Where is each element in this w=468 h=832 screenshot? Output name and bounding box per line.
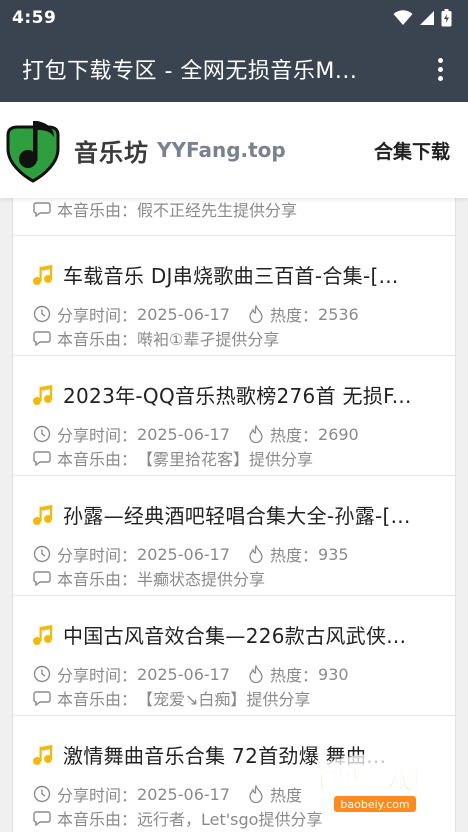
provider-name: 假不正经先生	[137, 201, 234, 220]
music-note-icon	[33, 384, 53, 405]
comment-icon	[33, 451, 51, 466]
flame-icon	[249, 425, 263, 443]
site-brand: 音乐坊	[74, 138, 149, 167]
flame-icon	[249, 545, 263, 563]
list-item[interactable]: 2023年-QQ音乐热歌榜276首 无损F... 分享时间： 2025-06-17…	[13, 356, 455, 476]
music-note-icon	[33, 744, 53, 765]
share-info-row: 分享时间： 2025-06-17 热度： 2536	[33, 302, 359, 326]
provider-name: 啭衵①辈孑	[137, 330, 216, 349]
comment-icon	[33, 571, 51, 586]
share-date: 2025-06-17	[137, 784, 230, 804]
item-title[interactable]: 孙露—经典酒吧轻唱合集大全-孙露-[...	[63, 500, 411, 529]
heat-count: 2690	[318, 424, 359, 444]
music-note-icon	[33, 264, 53, 285]
comment-icon	[33, 202, 51, 217]
item-title-row: 孙露—经典酒吧轻唱合集大全-孙露-[...	[31, 500, 441, 529]
flame-icon	[249, 785, 263, 803]
list-item-partial[interactable]: 本音乐由： 假不正经先生 提供分享	[13, 198, 455, 236]
provider-row: 本音乐由： 半癫状态 提供分享	[33, 566, 265, 590]
site-header: 音乐坊 YYFang.top 合集下载	[0, 102, 468, 198]
provider-name: 半癫状态	[137, 570, 202, 589]
item-title[interactable]: 激情舞曲音乐合集 72首劲爆 舞曲...	[63, 740, 386, 769]
comment-icon	[33, 811, 51, 826]
item-title-row: 车载音乐 DJ串烧歌曲三百首-合集-[...	[31, 260, 441, 289]
music-logo-icon[interactable]	[4, 115, 66, 185]
provider-row: 本音乐由： 远行者，Let'sgo 提供分享	[33, 806, 322, 830]
share-info-row: 分享时间： 2025-06-17 热度： 930	[33, 662, 349, 686]
item-title[interactable]: 车载音乐 DJ串烧歌曲三百首-合集-[...	[63, 260, 399, 289]
music-list: 本音乐由： 假不正经先生 提供分享 车载音乐 DJ串烧歌曲三百首-合集-[... …	[12, 198, 456, 832]
item-title[interactable]: 2023年-QQ音乐热歌榜276首 无损F...	[63, 380, 412, 409]
app-bar: 打包下载专区 - 全网无损音乐M...	[0, 36, 468, 102]
overflow-menu-icon[interactable]	[430, 54, 450, 84]
provider-row: 本音乐由： 假不正经先生 提供分享	[33, 198, 297, 220]
wifi-icon	[393, 10, 413, 25]
signal-icon	[420, 11, 434, 25]
list-item[interactable]: 激情舞曲音乐合集 72首劲爆 舞曲... 分享时间： 2025-06-17 热度 …	[13, 716, 455, 832]
provider-name: 远行者，Let'sgo	[137, 810, 259, 829]
list-item[interactable]: 车载音乐 DJ串烧歌曲三百首-合集-[... 分享时间： 2025-06-17 热…	[13, 236, 455, 356]
heat-count: 935	[318, 544, 349, 564]
provider-row: 本音乐由： 【雾里拾花客】 提供分享	[33, 446, 313, 470]
list-item[interactable]: 中国古风音效合集—226款古风武侠... 分享时间： 2025-06-17 热度：…	[13, 596, 455, 716]
comment-icon	[33, 331, 51, 346]
clock-icon	[33, 665, 51, 683]
list-item[interactable]: 孙露—经典酒吧轻唱合集大全-孙露-[... 分享时间： 2025-06-17 热度…	[13, 476, 455, 596]
status-time: 4:59	[12, 8, 57, 28]
heat-count: 2536	[318, 304, 359, 324]
comment-icon	[33, 691, 51, 706]
heat-count: 930	[318, 664, 349, 684]
share-date: 2025-06-17	[137, 544, 230, 564]
share-date: 2025-06-17	[137, 664, 230, 684]
share-date: 2025-06-17	[137, 424, 230, 444]
item-title-row: 激情舞曲音乐合集 72首劲爆 舞曲...	[31, 740, 441, 769]
site-domain: YYFang.top	[157, 138, 286, 162]
item-title-row: 2023年-QQ音乐热歌榜276首 无损F...	[31, 380, 441, 409]
page-title: 打包下载专区 - 全网无损音乐M...	[22, 59, 358, 84]
share-date: 2025-06-17	[137, 304, 230, 324]
clock-icon	[33, 425, 51, 443]
heat-label-partial: 热度	[270, 786, 303, 805]
clock-icon	[33, 785, 51, 803]
status-bar: 4:59	[0, 0, 468, 36]
battery-icon	[441, 9, 452, 27]
status-icons	[393, 9, 452, 27]
flame-icon	[249, 305, 263, 323]
music-note-icon	[33, 504, 53, 525]
provider-name: 【宠爱↘白痴】	[137, 690, 247, 709]
provider-row: 本音乐由： 【宠爱↘白痴】 提供分享	[33, 686, 310, 710]
share-info-row: 分享时间： 2025-06-17 热度	[33, 782, 302, 806]
clock-icon	[33, 545, 51, 563]
item-title-row: 中国古风音效合集—226款古风武侠...	[31, 620, 441, 649]
collection-download-link[interactable]: 合集下载	[374, 137, 450, 164]
share-info-row: 分享时间： 2025-06-17 热度： 935	[33, 542, 349, 566]
provider-row: 本音乐由： 啭衵①辈孑 提供分享	[33, 326, 279, 350]
item-title[interactable]: 中国古风音效合集—226款古风武侠...	[63, 620, 406, 649]
music-note-icon	[33, 624, 53, 645]
flame-icon	[249, 665, 263, 683]
provider-name: 【雾里拾花客】	[137, 450, 250, 469]
share-info-row: 分享时间： 2025-06-17 热度： 2690	[33, 422, 359, 446]
clock-icon	[33, 305, 51, 323]
